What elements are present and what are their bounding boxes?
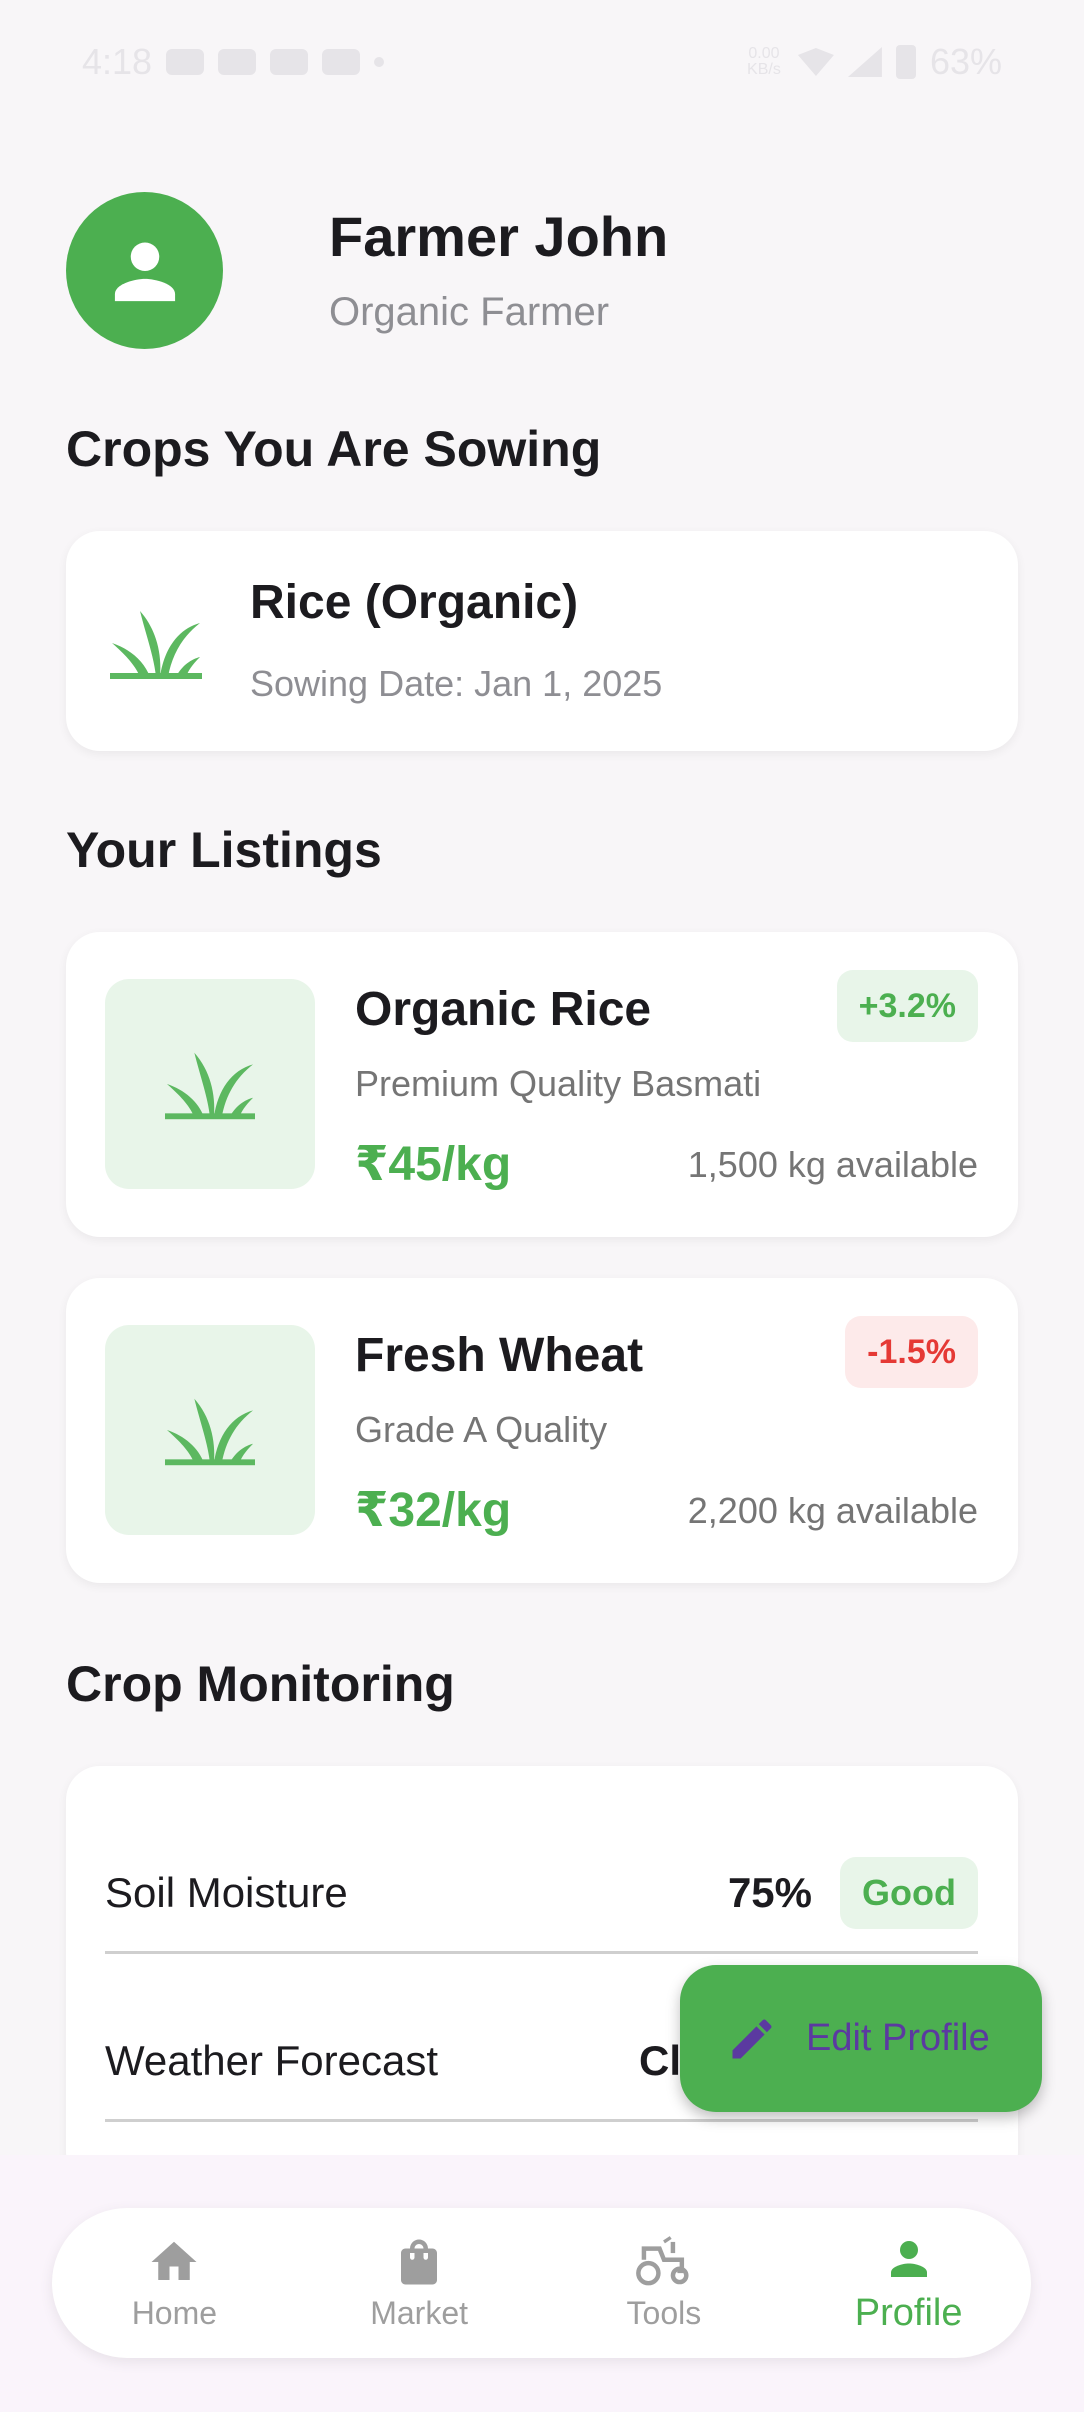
- avatar[interactable]: [66, 192, 223, 349]
- listing-card[interactable]: Organic Rice +3.2% Premium Quality Basma…: [66, 932, 1018, 1237]
- sowing-date: Sowing Date: Jan 1, 2025: [250, 663, 663, 704]
- nav-label: Tools: [626, 2294, 702, 2331]
- divider: [105, 1951, 978, 1954]
- shopping-bag-icon: [401, 2239, 438, 2284]
- nav-label: Profile: [854, 2291, 963, 2334]
- nav-item-market[interactable]: Market: [297, 2208, 542, 2358]
- listing-quantity: 2,200 kg available: [687, 1490, 978, 1531]
- monitoring-section-title: Crop Monitoring: [66, 1656, 455, 1712]
- youtube-notification-icon: [218, 49, 257, 75]
- listing-description: Premium Quality Basmati: [355, 1063, 762, 1104]
- listing-price: ₹45/kg: [355, 1138, 512, 1191]
- status-right: 0.00 KB/s 63%: [744, 41, 1002, 83]
- monitor-value: Cl: [639, 2037, 681, 2084]
- monitor-row-soil-moisture[interactable]: Soil Moisture 75% Good: [105, 1818, 978, 1968]
- listing-name: Fresh Wheat: [355, 1329, 644, 1382]
- tractor-icon: [635, 2235, 689, 2285]
- sowing-crop-name: Rice (Organic): [250, 576, 579, 629]
- more-notifications-icon: [374, 57, 385, 67]
- person-icon: [114, 242, 175, 301]
- profile-text: Farmer John Organic Farmer: [329, 206, 668, 335]
- listing-card[interactable]: Fresh Wheat -1.5% Grade A Quality ₹32/kg…: [66, 1278, 1018, 1583]
- listing-description: Grade A Quality: [355, 1409, 608, 1450]
- nav-item-profile[interactable]: Profile: [786, 2208, 1031, 2358]
- listing-name: Organic Rice: [355, 983, 652, 1036]
- monitor-label: Weather Forecast: [105, 2037, 439, 2084]
- monitor-label: Soil Moisture: [105, 1869, 348, 1916]
- status-left: 4:18: [82, 41, 385, 83]
- sowing-crop-card[interactable]: Rice (Organic) Sowing Date: Jan 1, 2025: [66, 531, 1018, 751]
- monitor-value: 75%: [727, 1869, 813, 1916]
- youtube-notification-icon: [270, 49, 309, 75]
- price-change-badge: +3.2%: [836, 970, 978, 1042]
- sowing-section-title: Crops You Are Sowing: [66, 421, 602, 477]
- listing-quantity: 1,500 kg available: [687, 1144, 978, 1185]
- divider: [105, 2119, 978, 2122]
- edit-profile-button[interactable]: Edit Profile: [680, 1965, 1042, 2112]
- listing-thumbnail: [105, 979, 315, 1189]
- status-badge: Good: [840, 1857, 978, 1929]
- status-bar: 4:18 0.00 KB/s 63%: [0, 0, 1084, 124]
- battery-percent: 63%: [929, 41, 1002, 82]
- grass-icon: [165, 1052, 255, 1120]
- bottom-nav: Home Market Tools Profile: [52, 2208, 1031, 2358]
- nav-label: Market: [370, 2294, 469, 2331]
- edit-profile-label: Edit Profile: [806, 2017, 990, 2059]
- profile-name: Farmer John: [329, 205, 669, 269]
- listing-price: ₹32/kg: [355, 1484, 512, 1537]
- grass-icon: [165, 1398, 255, 1466]
- wifi-icon: [797, 48, 834, 76]
- profile-header: Farmer John Organic Farmer: [66, 192, 668, 349]
- nav-item-home[interactable]: Home: [52, 2208, 297, 2358]
- network-speed: 0.00 KB/s: [747, 45, 781, 78]
- status-time: 4:18: [82, 41, 153, 82]
- nav-item-tools[interactable]: Tools: [542, 2208, 787, 2358]
- home-icon: [151, 2241, 197, 2280]
- listing-thumbnail: [105, 1325, 315, 1535]
- price-change-badge: -1.5%: [845, 1316, 978, 1388]
- monitor-right: 75% Good: [728, 1857, 978, 1929]
- signal-icon: [847, 47, 882, 77]
- listings-section-title: Your Listings: [66, 822, 382, 878]
- nav-label: Home: [131, 2294, 218, 2331]
- battery-icon: [895, 45, 916, 79]
- grass-icon: [110, 607, 202, 684]
- youtube-notification-icon: [166, 49, 205, 75]
- gallery-notification-icon: [322, 49, 361, 75]
- pencil-icon: [732, 2018, 772, 2058]
- profile-role: Organic Farmer: [329, 289, 610, 334]
- person-icon: [890, 2240, 927, 2277]
